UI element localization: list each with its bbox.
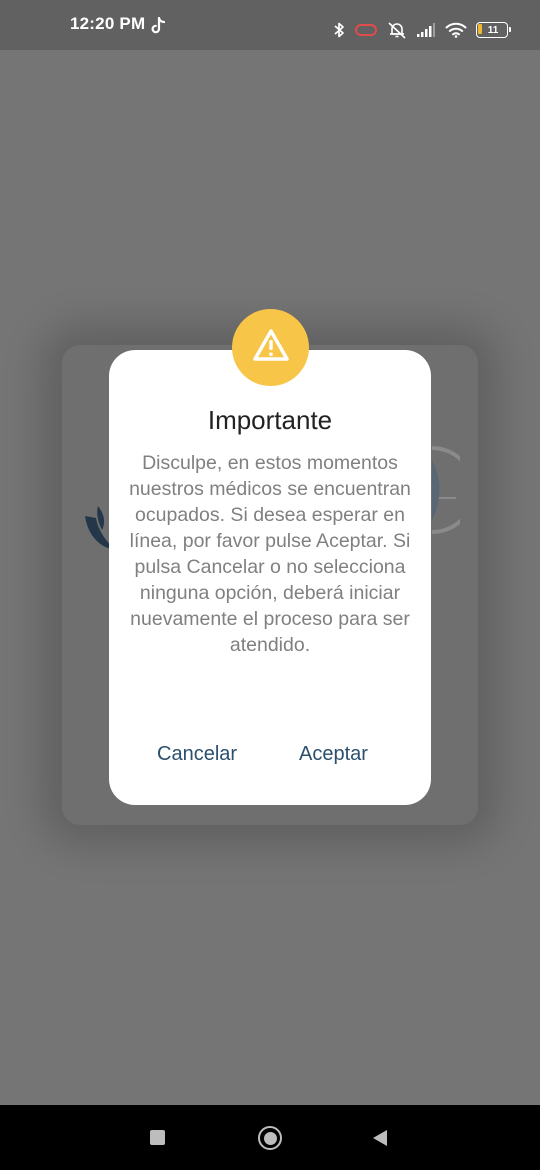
navigation-bar bbox=[0, 1105, 540, 1170]
battery-level: 11 bbox=[487, 24, 499, 36]
status-time: 12:20 PM bbox=[70, 14, 146, 33]
screen: 12:20 PM 11 Importante Disculpe, en esto… bbox=[0, 0, 540, 1170]
silent-bell-icon bbox=[387, 21, 407, 39]
battery-icon: 11 bbox=[476, 22, 511, 38]
bluetooth-icon bbox=[333, 21, 345, 39]
alert-dialog: Importante Disculpe, en estos momentos n… bbox=[109, 350, 431, 805]
warning-icon bbox=[252, 328, 290, 367]
tiktok-icon bbox=[150, 16, 168, 35]
recents-icon[interactable] bbox=[150, 1130, 165, 1145]
status-icons: 11 bbox=[333, 19, 511, 41]
dialog-message: Disculpe, en estos momentos nuestros méd… bbox=[129, 452, 411, 656]
wifi-icon bbox=[445, 22, 467, 38]
warning-badge bbox=[232, 309, 309, 386]
back-icon[interactable] bbox=[372, 1129, 388, 1152]
cancel-button[interactable]: Cancelar bbox=[157, 743, 237, 766]
alarm-icon bbox=[354, 22, 378, 38]
signal-icon bbox=[416, 22, 436, 38]
dialog-title: Importante bbox=[207, 405, 333, 435]
status-bar: 12:20 PM 11 bbox=[0, 0, 540, 50]
accept-button[interactable]: Aceptar bbox=[299, 743, 368, 766]
dialog-actions: Cancelar Aceptar bbox=[109, 743, 431, 773]
background-logo-right bbox=[428, 440, 476, 545]
home-icon[interactable] bbox=[258, 1126, 282, 1150]
